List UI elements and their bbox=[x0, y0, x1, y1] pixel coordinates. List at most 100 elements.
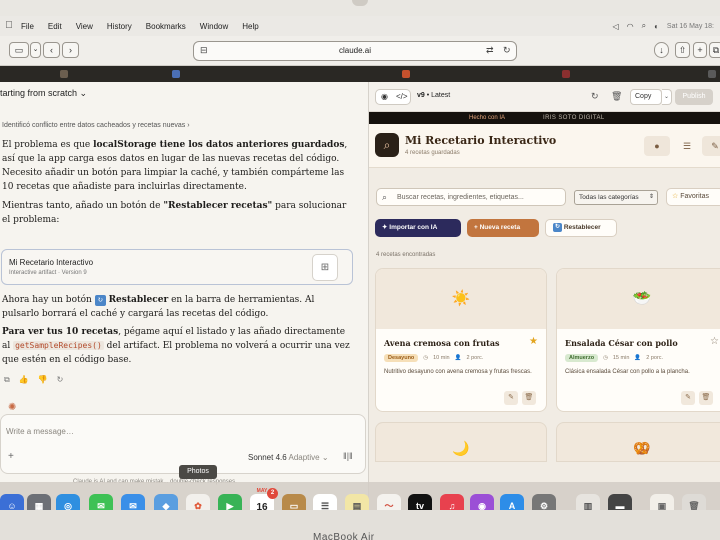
tools-icon[interactable]: ✎ bbox=[702, 136, 720, 156]
utility-icon[interactable]: ▬ bbox=[608, 494, 632, 510]
composer-input[interactable]: Write a message… bbox=[6, 427, 74, 436]
tab-favicon[interactable] bbox=[60, 70, 68, 78]
app-store-icon[interactable]: A bbox=[500, 494, 524, 510]
calendar-icon[interactable]: MAY 16 2 bbox=[250, 488, 278, 510]
edit-icon[interactable]: ✎ bbox=[504, 391, 518, 405]
import-ai-button[interactable]: ✦ Importar con IA bbox=[375, 219, 461, 237]
preview-icon[interactable]: ▥ bbox=[576, 494, 600, 510]
menu-bookmarks[interactable]: Bookmarks bbox=[146, 22, 186, 31]
forward-icon[interactable]: › bbox=[62, 42, 79, 58]
wifi-icon[interactable]: ◠ bbox=[627, 22, 634, 31]
menu-history[interactable]: History bbox=[107, 22, 132, 31]
menu-help[interactable]: Help bbox=[242, 22, 258, 31]
copy-button[interactable]: Copy bbox=[630, 89, 662, 105]
message-paragraph-3: Ahora hay un botón ↻ Restablecer en la b… bbox=[2, 295, 315, 319]
category-select[interactable]: Todas las categorías ⇕ bbox=[574, 190, 658, 205]
address-bar[interactable]: ⊟ claude.ai ⇄ ↻ bbox=[193, 41, 517, 61]
photos-icon[interactable]: ✿ bbox=[186, 494, 210, 510]
refresh-icon[interactable]: ↻ bbox=[591, 91, 599, 102]
notes-app-icon[interactable]: ▭ bbox=[282, 494, 306, 510]
favorites-button[interactable]: ☆ Favoritas bbox=[666, 188, 720, 206]
delete-icon[interactable]: 🗑 bbox=[522, 391, 536, 405]
recipe-card[interactable]: 🥗 Ensalada César con pollo ☆ Almuerzo ◷ 1… bbox=[556, 268, 720, 412]
translate-icon[interactable]: ⇄ bbox=[486, 45, 494, 56]
tab-bar bbox=[0, 66, 720, 82]
trash-icon[interactable]: 🗑 bbox=[611, 91, 622, 102]
tab-overview-icon[interactable]: ⧉ bbox=[709, 42, 720, 58]
menu-icon[interactable]: ☰ bbox=[674, 136, 700, 156]
notes-icon[interactable]: ▤ bbox=[345, 494, 369, 510]
maps-icon[interactable]: ◆ bbox=[154, 494, 178, 510]
menu-window[interactable]: Window bbox=[200, 22, 228, 31]
add-attachment-icon[interactable]: + bbox=[8, 451, 14, 462]
artifact-card[interactable]: Mi Recetario Interactivo Interactive art… bbox=[1, 249, 353, 285]
copy-dropdown-icon[interactable]: ⌄ bbox=[662, 89, 672, 105]
settings-icon[interactable]: ⚙ bbox=[532, 494, 556, 510]
notification-badge: 2 bbox=[267, 488, 278, 499]
artifact-subtitle: Interactive artifact · Version 9 bbox=[9, 270, 87, 276]
sidebar-toggle-icon[interactable]: ▭ bbox=[9, 42, 29, 58]
camera-notch bbox=[352, 0, 368, 6]
tab-favicon[interactable] bbox=[708, 70, 716, 78]
person-icon: 👤 bbox=[454, 355, 462, 361]
voice-icon[interactable]: ‖|‖ bbox=[343, 451, 353, 461]
downloads-icon[interactable]: ▣ bbox=[650, 494, 674, 510]
chat-title[interactable]: tarting from scratch ⌄ bbox=[0, 82, 368, 104]
delete-icon[interactable]: 🗑 bbox=[699, 391, 713, 405]
control-center-icon[interactable]: ◐ bbox=[654, 22, 659, 31]
tab-favicon[interactable] bbox=[562, 70, 570, 78]
launchpad-icon[interactable]: ▦ bbox=[27, 494, 51, 510]
share-icon[interactable]: ⇧ bbox=[675, 42, 690, 58]
tab-favicon[interactable] bbox=[172, 70, 180, 78]
mail-icon[interactable]: ✉ bbox=[121, 494, 145, 510]
favorite-star-icon[interactable]: ☆ bbox=[710, 336, 719, 347]
search-menubar-icon[interactable]: ⌕ bbox=[642, 21, 646, 31]
publish-button[interactable]: Publish bbox=[675, 89, 713, 105]
copy-icon[interactable]: ⧉ bbox=[4, 375, 10, 385]
new-recipe-button[interactable]: + Nueva receta bbox=[467, 219, 539, 237]
message-paragraph-1: El problema es que localStorage tiene lo… bbox=[2, 140, 348, 192]
finder-icon[interactable]: ☺ bbox=[0, 494, 24, 510]
reload-icon[interactable]: ↻ bbox=[503, 45, 511, 56]
menu-edit[interactable]: Edit bbox=[48, 22, 62, 31]
preview-eye-icon[interactable]: ◉ bbox=[381, 92, 388, 101]
freeform-icon[interactable]: 〜 bbox=[377, 494, 401, 510]
model-selector[interactable]: Sonnet 4.6 Adaptive ⌄ bbox=[248, 453, 329, 462]
facetime-icon[interactable]: ▶ bbox=[218, 494, 242, 510]
recipe-card[interactable]: 🌙 bbox=[375, 422, 547, 462]
music-icon[interactable]: ♫ bbox=[440, 494, 464, 510]
thumbs-up-icon[interactable]: 👍 bbox=[19, 375, 29, 385]
apple-icon[interactable]:  bbox=[3, 20, 15, 32]
new-tab-icon[interactable]: + bbox=[693, 42, 707, 58]
menu-file[interactable]: File bbox=[21, 22, 34, 31]
podcasts-icon[interactable]: ◉ bbox=[470, 494, 494, 510]
tab-favicon[interactable] bbox=[402, 70, 410, 78]
recipe-search-input[interactable]: ⌕ Buscar recetas, ingredientes, etiqueta… bbox=[376, 188, 566, 206]
code-view-icon[interactable]: </> bbox=[396, 92, 408, 101]
back-icon[interactable]: ‹ bbox=[43, 42, 60, 58]
bezel-bottom: MacBook Air bbox=[0, 510, 720, 540]
recipe-card[interactable]: 🥨 bbox=[556, 422, 720, 462]
retry-icon[interactable]: ↻ bbox=[57, 375, 64, 385]
safari-icon[interactable]: ◎ bbox=[56, 494, 80, 510]
reminders-icon[interactable]: ☰ bbox=[313, 494, 337, 510]
favorite-star-icon[interactable]: ★ bbox=[529, 336, 538, 347]
tv-icon[interactable]: tv bbox=[408, 494, 432, 510]
audio-icon[interactable]: ◁ bbox=[612, 22, 618, 31]
version-selector[interactable]: v9 • Latest bbox=[417, 92, 450, 99]
status-area: ◁ ◠ ⌕ ◐ Sat 16 May 18: bbox=[612, 21, 720, 31]
menubar-clock[interactable]: Sat 16 May 18: bbox=[667, 23, 714, 30]
app-subtitle: 4 recetas guardadas bbox=[405, 150, 460, 156]
menu-view[interactable]: View bbox=[76, 22, 93, 31]
thinking-summary[interactable]: Identificó conflicto entre datos cachead… bbox=[2, 122, 190, 129]
thumbs-down-icon[interactable]: 👎 bbox=[38, 375, 48, 385]
sidebar-dropdown-icon[interactable]: ⌄ bbox=[30, 42, 41, 58]
edit-icon[interactable]: ✎ bbox=[681, 391, 695, 405]
theme-icon[interactable]: ● bbox=[644, 136, 670, 156]
download-icon[interactable]: ↓ bbox=[654, 42, 669, 58]
recipe-card[interactable]: ☀️ Avena cremosa con frutas ★ Desayuno ◷… bbox=[375, 268, 547, 412]
view-toggle[interactable]: ◉ </> bbox=[375, 89, 411, 105]
messages-icon[interactable]: ✉ bbox=[89, 494, 113, 510]
reset-button[interactable]: ↻ Restablecer bbox=[545, 219, 617, 237]
trash-dock-icon[interactable]: 🗑 bbox=[682, 494, 706, 510]
